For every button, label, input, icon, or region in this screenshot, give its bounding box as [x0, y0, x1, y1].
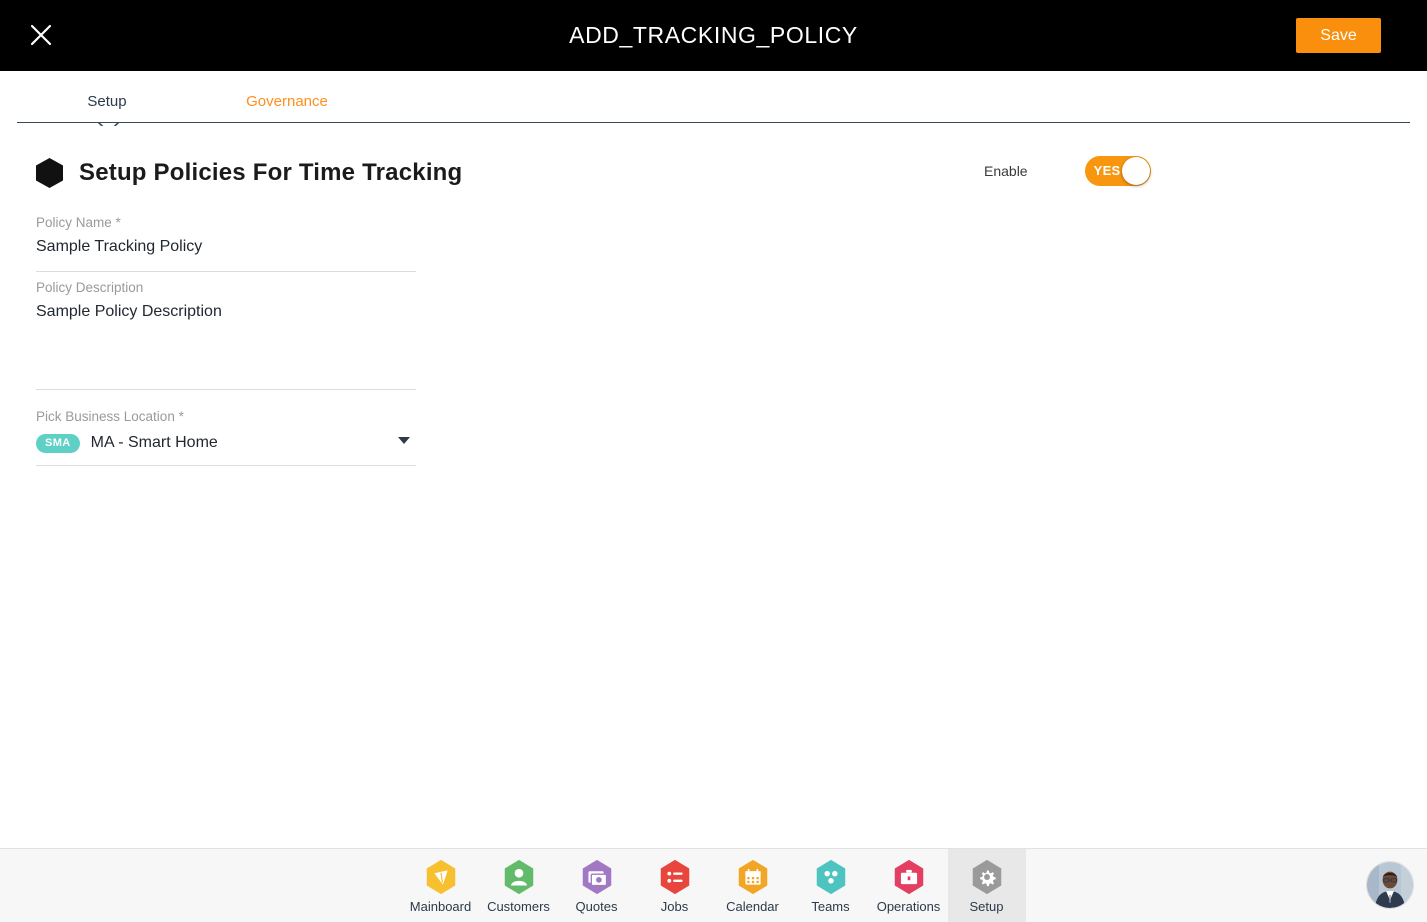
- save-button[interactable]: Save: [1296, 18, 1381, 53]
- nav-item-teams[interactable]: Teams: [792, 849, 870, 922]
- tab-list: Setup Governance: [17, 71, 377, 110]
- policy-description-value: Sample Policy Description: [36, 303, 222, 320]
- policy-name-underline: [36, 271, 416, 272]
- policy-description-input[interactable]: Sample Policy Description: [36, 297, 416, 389]
- nav-label-jobs: Jobs: [660, 898, 689, 914]
- main-content: Setup Policies For Time Tracking Enable …: [0, 126, 1427, 848]
- nav-label-quotes: Quotes: [575, 898, 618, 914]
- policy-description-label: Policy Description: [36, 280, 144, 295]
- section-header: Setup Policies For Time Tracking: [36, 158, 462, 188]
- teams-icon: [812, 858, 850, 896]
- section-title: Setup Policies For Time Tracking: [79, 159, 463, 186]
- top-header-bar: ADD_TRACKING_POLICY Save: [0, 0, 1427, 71]
- business-location-underline: [36, 465, 416, 466]
- tab-divider: [17, 122, 1410, 123]
- nav-label-operations: Operations: [876, 898, 941, 914]
- nav-item-mainboard[interactable]: Mainboard: [402, 849, 480, 922]
- policy-name-field[interactable]: Policy Name * Sample Tracking Policy: [36, 214, 416, 272]
- nav-item-quotes[interactable]: Quotes: [558, 849, 636, 922]
- calendar-icon: [734, 858, 772, 896]
- jobs-icon: [656, 858, 694, 896]
- mainboard-icon: [422, 858, 460, 896]
- nav-label-mainboard: Mainboard: [409, 898, 472, 914]
- hexagon-icon: [36, 158, 63, 188]
- enable-toggle[interactable]: YES: [1084, 156, 1151, 186]
- setup-icon: [968, 858, 1006, 896]
- tab-bar: Setup Governance: [0, 71, 1427, 133]
- nav-label-teams: Teams: [811, 898, 850, 914]
- user-avatar[interactable]: [1366, 861, 1414, 909]
- policy-description-underline: [36, 389, 416, 390]
- policy-description-field[interactable]: Policy Description Sample Policy Descrip…: [36, 279, 416, 390]
- tab-governance[interactable]: Governance: [197, 71, 377, 110]
- policy-name-label: Policy Name *: [36, 215, 121, 230]
- business-location-label: Pick Business Location *: [36, 409, 184, 424]
- business-location-chip: SMA: [36, 433, 80, 453]
- enable-toggle-group: Enable YES: [984, 156, 1151, 186]
- bottom-navigation-bar: Mainboard Customers Quotes Jobs Calendar…: [0, 848, 1427, 922]
- operations-icon: [890, 858, 928, 896]
- enable-toggle-knob: [1121, 157, 1150, 185]
- nav-item-setup[interactable]: Setup: [947, 849, 1026, 922]
- tab-setup[interactable]: Setup: [17, 71, 197, 110]
- enable-toggle-value: YES: [1093, 163, 1121, 178]
- quotes-icon: [578, 858, 616, 896]
- bottom-nav-items: Mainboard Customers Quotes Jobs Calendar…: [0, 849, 1427, 922]
- chevron-down-icon[interactable]: [398, 437, 410, 444]
- page-title: ADD_TRACKING_POLICY: [569, 22, 858, 48]
- business-location-field[interactable]: Pick Business Location * SMA MA - Smart …: [36, 408, 416, 466]
- nav-item-customers[interactable]: Customers: [480, 849, 558, 922]
- policy-name-input[interactable]: Sample Tracking Policy: [36, 232, 416, 259]
- customers-icon: [500, 858, 538, 896]
- business-location-value: MA - Smart Home: [90, 434, 218, 451]
- nav-item-calendar[interactable]: Calendar: [714, 849, 792, 922]
- app-root: ADD_TRACKING_POLICY Save Setup Governanc…: [0, 0, 1427, 922]
- nav-label-customers: Customers: [487, 898, 550, 914]
- nav-label-setup: Setup: [969, 898, 1004, 914]
- nav-item-jobs[interactable]: Jobs: [636, 849, 714, 922]
- nav-item-operations[interactable]: Operations: [870, 849, 948, 922]
- business-location-select[interactable]: SMA MA - Smart Home: [36, 426, 416, 456]
- nav-label-calendar: Calendar: [726, 898, 779, 914]
- enable-label: Enable: [984, 163, 1028, 179]
